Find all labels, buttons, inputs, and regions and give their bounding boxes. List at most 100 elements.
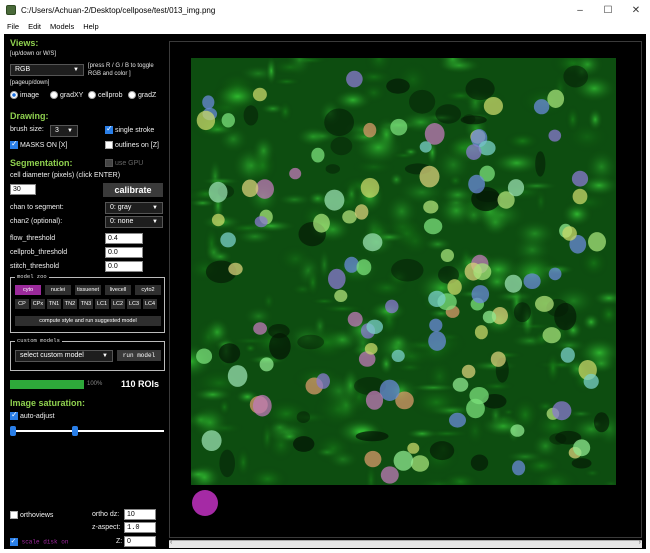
z-input[interactable]: 0	[124, 536, 156, 547]
masks-on-checkbox[interactable]: MASKS ON [X]	[10, 139, 67, 149]
cell-mask	[363, 122, 377, 138]
model-tn2-button[interactable]: TN2	[63, 299, 77, 309]
stitch-threshold-input[interactable]: 0.0	[105, 261, 143, 272]
cell-mask	[380, 466, 399, 484]
menu-help[interactable]: Help	[83, 22, 98, 31]
title-bar: C:/Users/Achuan-2/Desktop/cellpose/test/…	[0, 0, 650, 20]
model-cpx-button[interactable]: CPx	[31, 299, 45, 309]
cell-mask	[419, 165, 440, 188]
cell-mask	[571, 170, 589, 187]
tissue-texture	[275, 192, 314, 207]
tissue-texture	[565, 104, 581, 134]
model-cyto2-button[interactable]: cyto2	[135, 285, 161, 295]
custom-models-label: custom models	[15, 337, 62, 344]
model-livecell-button[interactable]: livecell	[105, 285, 131, 295]
radio-cellprob[interactable]: cellprob	[88, 91, 122, 99]
cell-mask	[583, 373, 599, 389]
custom-model-dropdown[interactable]: select custom model ▼	[15, 350, 113, 362]
scale-disk-checkbox[interactable]: scale disk on	[10, 536, 68, 546]
cell-mask	[356, 259, 372, 276]
calibrate-button[interactable]: calibrate	[103, 183, 163, 197]
cell-mask	[364, 343, 378, 355]
model-lc2-button[interactable]: LC2	[111, 299, 125, 309]
cell-mask	[252, 87, 267, 102]
tissue-texture	[583, 468, 602, 478]
menu-bar: File Edit Models Help	[0, 20, 650, 33]
chan2-dropdown[interactable]: 0: none ▼	[105, 216, 163, 228]
close-button[interactable]: ✕	[622, 5, 650, 16]
cell-mask	[334, 289, 348, 302]
scroll-right-icon[interactable]: ›	[639, 539, 641, 546]
model-tn1-button[interactable]: TN1	[47, 299, 61, 309]
saturation-slider[interactable]	[10, 424, 164, 438]
tissue-texture	[587, 107, 604, 132]
radio-gradxy[interactable]: gradXY	[50, 91, 83, 99]
cell-mask	[390, 118, 408, 136]
color-mode-dropdown[interactable]: RGB ▼	[10, 64, 84, 76]
cell-mask	[468, 174, 485, 194]
model-lc1-button[interactable]: LC1	[95, 299, 109, 309]
ortho-dz-input[interactable]: 10	[124, 509, 156, 520]
cell-mask	[253, 322, 267, 335]
run-model-button[interactable]: run model	[117, 350, 161, 361]
stitch-threshold-label: stitch_threshold	[10, 263, 60, 270]
cell-mask	[354, 204, 369, 220]
horizontal-scrollbar[interactable]: ‹ ›	[169, 539, 642, 548]
minimize-button[interactable]: –	[566, 5, 594, 16]
model-lc4-button[interactable]: LC4	[143, 299, 157, 309]
cell-mask	[365, 390, 384, 410]
tissue-texture	[383, 192, 420, 231]
cell-mask	[202, 95, 215, 110]
cell-mask	[428, 290, 446, 307]
radio-image[interactable]: image	[10, 91, 39, 99]
cell-mask	[428, 331, 446, 351]
chan-dropdown[interactable]: 0: gray ▼	[105, 202, 163, 214]
model-nuclei-button[interactable]: nuclei	[45, 285, 71, 295]
scroll-left-icon[interactable]: ‹	[170, 539, 172, 546]
flow-threshold-input[interactable]: 0.4	[105, 233, 143, 244]
cell-mask	[572, 188, 588, 205]
cell-mask	[533, 99, 550, 115]
model-zoo-label: model zoo	[15, 273, 49, 280]
chan-label: chan to segment:	[10, 204, 64, 211]
cell-mask	[196, 110, 216, 131]
model-cyto-button[interactable]: cyto	[15, 285, 41, 295]
brush-size-dropdown[interactable]: 3 ▼	[50, 125, 78, 137]
cell-mask	[440, 249, 454, 262]
auto-adjust-checkbox[interactable]: auto-adjust	[10, 410, 55, 420]
radio-gradz[interactable]: gradZ	[128, 91, 156, 99]
app-icon	[6, 5, 16, 15]
model-cp-button[interactable]: CP	[15, 299, 29, 309]
cell-mask	[227, 365, 248, 387]
cell-mask	[311, 147, 325, 163]
use-gpu-checkbox[interactable]: use GPU	[105, 159, 143, 167]
tissue-texture	[269, 58, 310, 77]
cell-mask	[324, 189, 345, 211]
maximize-button[interactable]: ☐	[594, 5, 622, 16]
cell-mask	[562, 226, 577, 241]
tissue-shadow	[593, 412, 610, 433]
outlines-on-checkbox[interactable]: outlines on [Z]	[105, 141, 159, 149]
microscopy-image[interactable]	[191, 58, 616, 485]
image-viewer[interactable]	[169, 41, 642, 538]
model-tissuenet-button[interactable]: tissuenet	[75, 285, 101, 295]
diameter-input[interactable]: 30	[10, 184, 36, 195]
model-lc3-button[interactable]: LC3	[127, 299, 141, 309]
orthoviews-checkbox[interactable]: orthoviews	[10, 511, 53, 519]
cellprob-threshold-input[interactable]: 0.0	[105, 247, 143, 258]
menu-edit[interactable]: Edit	[28, 22, 41, 31]
suggest-model-button[interactable]: compute style and run suggested model	[15, 316, 161, 326]
menu-models[interactable]: Models	[50, 22, 74, 31]
tissue-shadow	[219, 449, 235, 478]
model-tn3-button[interactable]: TN3	[79, 299, 93, 309]
slider-handle-low[interactable]	[10, 426, 16, 436]
single-stroke-checkbox[interactable]: single stroke	[105, 124, 154, 134]
cell-mask	[469, 387, 489, 405]
slider-handle-high[interactable]	[72, 426, 79, 436]
cell-mask	[393, 450, 414, 471]
cell-mask	[504, 274, 523, 293]
checkbox-icon	[10, 511, 18, 519]
tissue-shadow	[325, 164, 340, 174]
z-aspect-input[interactable]: 1.0	[124, 522, 156, 533]
menu-file[interactable]: File	[7, 22, 19, 31]
